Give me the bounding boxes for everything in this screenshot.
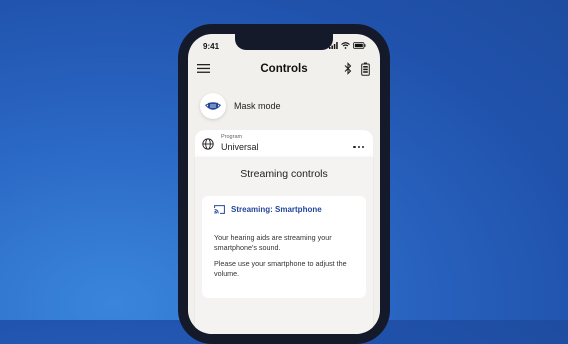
globe-icon (202, 138, 214, 150)
mask-icon (205, 101, 221, 110)
notch (235, 34, 333, 50)
mask-mode-row[interactable]: Mask mode (200, 93, 281, 119)
mask-mode-button[interactable] (200, 93, 226, 119)
cast-icon (214, 205, 225, 214)
streaming-source-heading: Streaming: Smartphone (231, 205, 322, 214)
streaming-controls-panel: Streaming controls Streaming: Smartphone… (195, 158, 373, 334)
phone-screen: 9:41 Controls Mask mode Program Universa… (188, 34, 380, 334)
wifi-icon (341, 42, 350, 49)
status-icons (329, 42, 366, 49)
status-time: 9:41 (203, 42, 220, 51)
program-caption: Program (221, 134, 243, 140)
streaming-description: Your hearing aids are streaming your sma… (214, 233, 332, 252)
streaming-controls-title: Streaming controls (240, 168, 328, 180)
battery-status-icon (353, 42, 366, 49)
program-value: Universal (221, 142, 259, 152)
more-options-icon[interactable] (353, 146, 364, 149)
hearing-aid-battery-icon[interactable] (361, 62, 370, 76)
signal-icon (329, 42, 338, 49)
volume-instruction: Please use your smartphone to adjust the… (214, 259, 347, 278)
bluetooth-icon[interactable] (344, 62, 352, 75)
streaming-info-card: Streaming: Smartphone Your hearing aids … (202, 196, 366, 298)
mask-mode-label: Mask mode (234, 101, 281, 111)
